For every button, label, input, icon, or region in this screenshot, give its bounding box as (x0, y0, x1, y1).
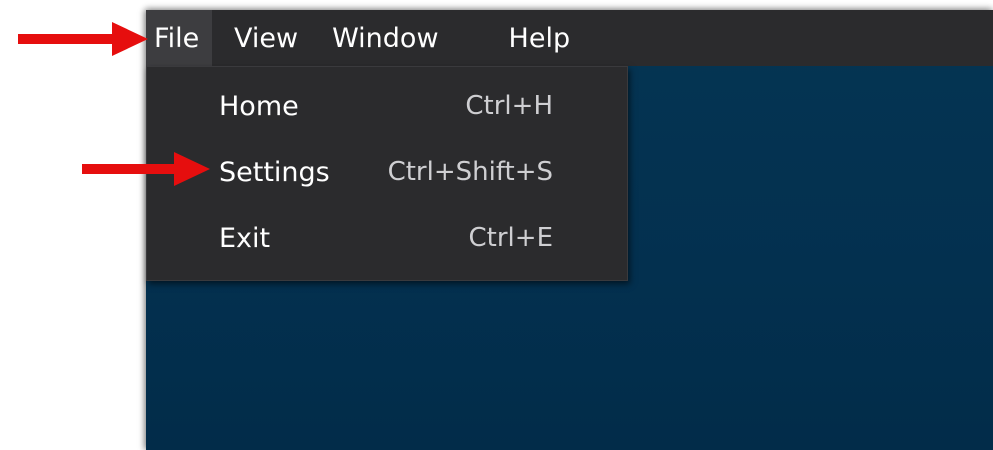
menu-item-home-shortcut: Ctrl+H (465, 91, 553, 121)
menu-item-exit[interactable]: Exit Ctrl+E (147, 205, 627, 271)
menu-help[interactable]: Help (509, 10, 571, 66)
arrow-head (112, 22, 148, 56)
menu-bar: File View Window Help (146, 10, 993, 66)
menu-item-home-label: Home (219, 90, 299, 122)
arrow-shaft (18, 34, 114, 44)
menu-view-label: View (234, 22, 299, 54)
menu-item-exit-shortcut: Ctrl+E (468, 223, 553, 253)
menu-item-settings-shortcut: Ctrl+Shift+S (387, 157, 553, 187)
arrow-head (174, 152, 210, 186)
menu-window-label: Window (332, 22, 439, 54)
menu-item-exit-label: Exit (219, 222, 271, 254)
menu-file[interactable]: File (146, 10, 212, 66)
annotation-arrow-settings-icon (82, 152, 210, 186)
annotation-arrow-file-icon (18, 22, 148, 56)
menu-help-label: Help (508, 22, 571, 54)
menu-file-label: File (154, 22, 200, 54)
arrow-shaft (82, 164, 176, 174)
menu-view[interactable]: View (234, 10, 298, 66)
menu-item-settings[interactable]: Settings Ctrl+Shift+S (147, 139, 627, 205)
menu-item-home[interactable]: Home Ctrl+H (147, 73, 627, 139)
screenshot-stage: File View Window Help Home Ctrl+H Settin… (0, 0, 993, 450)
menu-item-settings-label: Settings (219, 156, 330, 188)
menu-window[interactable]: Window (332, 10, 438, 66)
file-dropdown-menu: Home Ctrl+H Settings Ctrl+Shift+S Exit C… (146, 66, 628, 281)
app-window: File View Window Help Home Ctrl+H Settin… (146, 10, 993, 450)
